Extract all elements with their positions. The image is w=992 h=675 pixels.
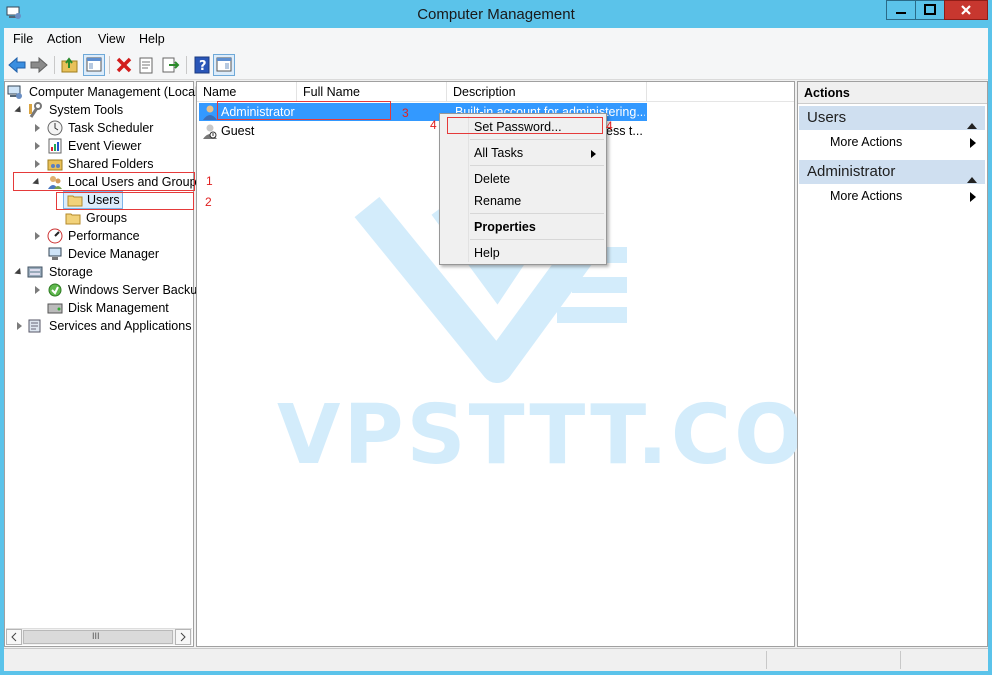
minimize-button[interactable] (886, 0, 916, 20)
annotation-number-4-right: 4 (606, 119, 613, 133)
annotation-box-2 (56, 192, 194, 210)
menu-file[interactable]: File (13, 32, 33, 46)
annotation-number-4-left: 4 (430, 118, 437, 132)
annotation-number-1: 1 (206, 174, 213, 188)
forward-arrow-icon[interactable] (28, 54, 50, 76)
menu-item-rename[interactable]: Rename (474, 194, 521, 208)
annotation-number-3: 3 (402, 106, 409, 120)
show-hide-action-pane-icon[interactable] (213, 54, 235, 76)
tree-horizontal-scrollbar[interactable]: III (6, 628, 192, 645)
collapsed-chevron-icon[interactable] (35, 232, 40, 240)
collapsed-chevron-icon[interactable] (35, 124, 40, 132)
submenu-arrow-icon (970, 191, 976, 205)
actions-pane: Actions Users More Actions Administrator… (797, 81, 988, 647)
scroll-left-icon[interactable] (6, 629, 22, 645)
collapsed-chevron-icon[interactable] (35, 160, 40, 168)
menu-item-all-tasks[interactable]: All Tasks (474, 146, 523, 160)
annotation-box-1 (13, 172, 195, 191)
services-icon (27, 318, 43, 334)
more-actions-users[interactable]: More Actions (830, 135, 902, 149)
backup-icon (47, 282, 63, 298)
folder-icon (65, 210, 81, 226)
context-menu: Set Password... All Tasks Delete Rename … (439, 113, 607, 265)
properties-icon[interactable] (135, 54, 157, 76)
computer-management-icon (7, 84, 23, 100)
event-viewer-icon (47, 138, 63, 154)
help-icon[interactable]: ? (191, 54, 213, 76)
menu-view[interactable]: View (98, 32, 125, 46)
menu-item-properties[interactable]: Properties (474, 220, 536, 234)
scrollbar-thumb[interactable]: III (23, 630, 173, 644)
column-header-name[interactable]: Name (197, 82, 297, 102)
column-header-full-name[interactable]: Full Name (297, 82, 447, 102)
tools-icon (27, 102, 43, 118)
actions-section-administrator[interactable]: Administrator (799, 160, 985, 184)
delete-icon[interactable] (113, 54, 135, 76)
collapsed-chevron-icon[interactable] (17, 322, 22, 330)
collapsed-chevron-icon[interactable] (35, 286, 40, 294)
shared-folder-icon (47, 156, 63, 172)
more-actions-administrator[interactable]: More Actions (830, 189, 902, 203)
column-header-row: Name Full Name Description (197, 82, 794, 102)
performance-icon (47, 228, 63, 244)
back-arrow-icon[interactable] (6, 54, 28, 76)
collapse-up-icon[interactable] (967, 114, 977, 138)
actions-header: Actions (798, 82, 987, 104)
collapsed-chevron-icon[interactable] (35, 142, 40, 150)
expanded-chevron-icon[interactable] (14, 267, 24, 278)
clock-icon (47, 120, 63, 136)
menu-item-help[interactable]: Help (474, 246, 500, 260)
menu-item-delete[interactable]: Delete (474, 172, 510, 186)
maximize-button[interactable] (915, 0, 945, 20)
export-list-icon[interactable] (159, 54, 181, 76)
annotation-box-4 (447, 117, 603, 134)
column-header-description[interactable]: Description (447, 82, 647, 102)
actions-section-users[interactable]: Users (799, 106, 985, 130)
toolbar: ? (4, 50, 988, 80)
user-icon (202, 104, 218, 120)
menu-bar: File Action View Help (4, 28, 988, 50)
submenu-arrow-icon (591, 148, 597, 162)
collapse-up-icon[interactable] (967, 168, 977, 192)
window-title: Computer Management (417, 6, 575, 23)
device-manager-icon (47, 246, 63, 262)
menu-help[interactable]: Help (139, 32, 165, 46)
submenu-arrow-icon (970, 137, 976, 151)
annotation-number-2: 2 (205, 195, 212, 209)
console-tree-pane: Computer Management (Local System Tools … (4, 81, 204, 647)
status-bar (4, 648, 988, 671)
annotation-box-3 (217, 101, 391, 120)
disk-icon (47, 300, 63, 316)
expanded-chevron-icon[interactable] (14, 105, 24, 116)
user-disabled-icon (202, 123, 218, 139)
svg-text:?: ? (199, 59, 207, 74)
menu-action[interactable]: Action (47, 32, 82, 46)
scroll-right-icon[interactable] (175, 629, 191, 645)
close-button[interactable] (944, 0, 988, 20)
up-folder-icon[interactable] (59, 54, 81, 76)
storage-icon (27, 264, 43, 280)
show-hide-console-tree-icon[interactable] (83, 54, 105, 76)
